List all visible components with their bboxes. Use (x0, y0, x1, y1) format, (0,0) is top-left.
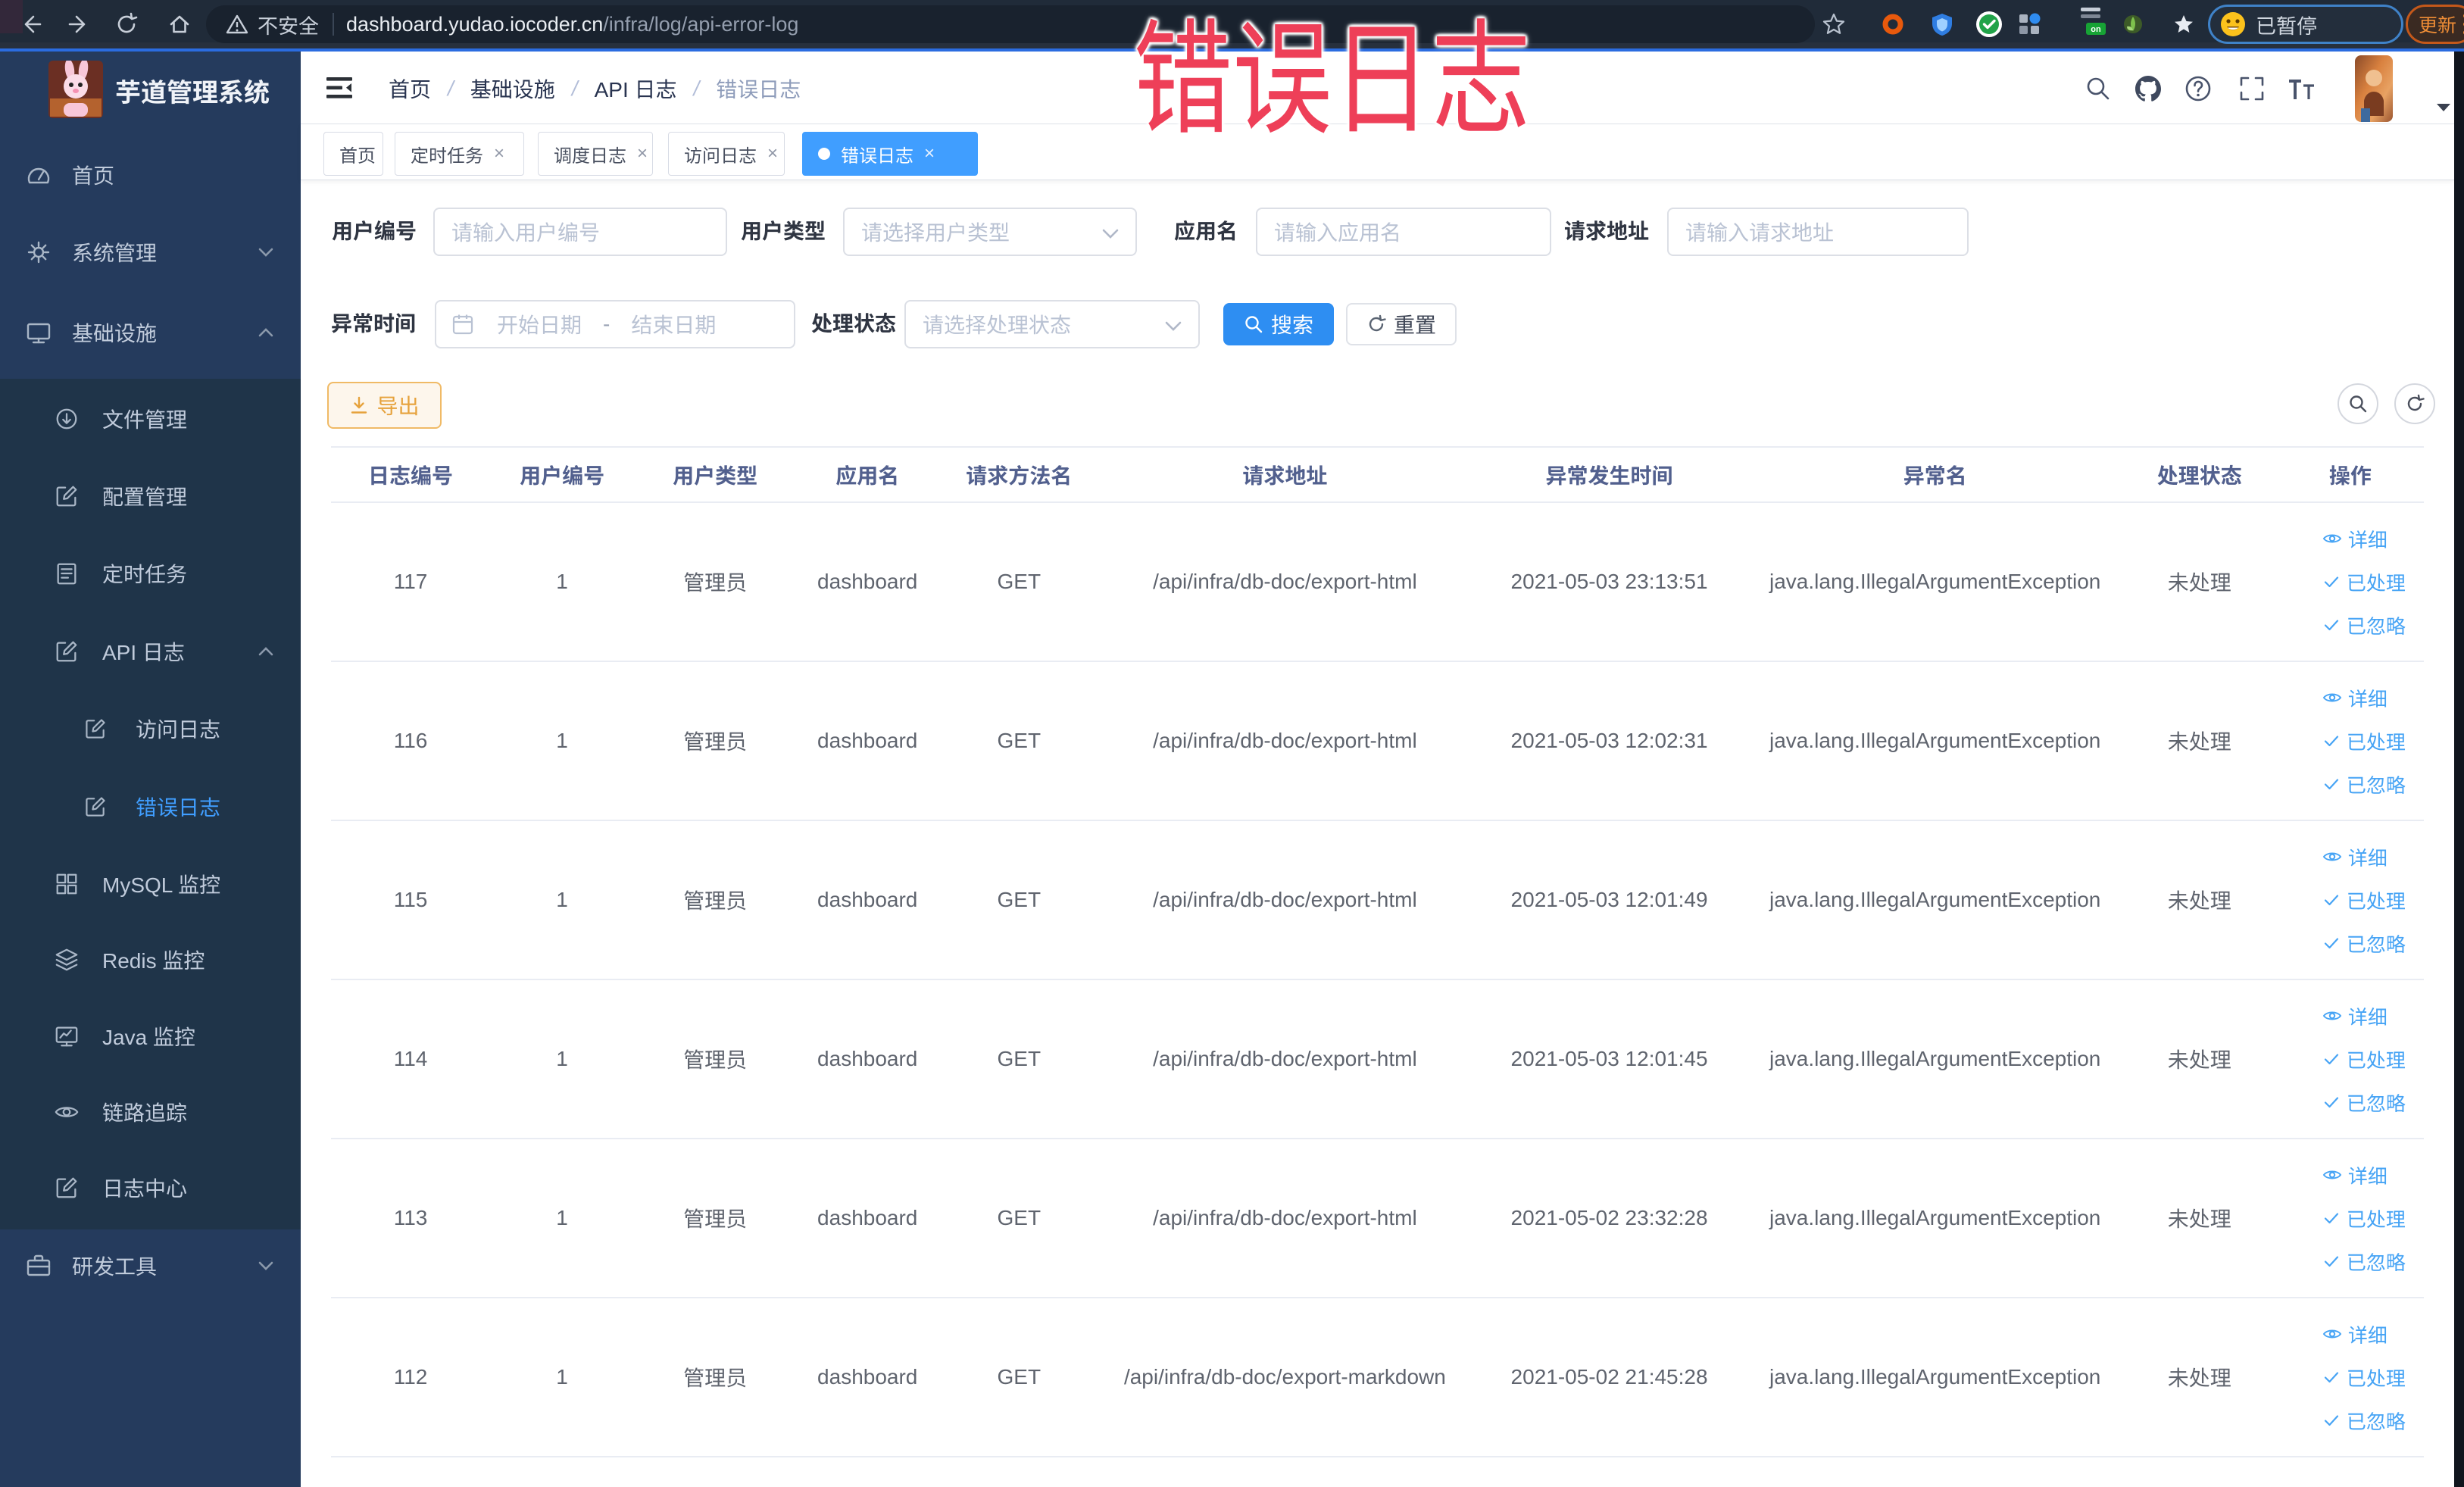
svg-text:on: on (2091, 25, 2101, 34)
